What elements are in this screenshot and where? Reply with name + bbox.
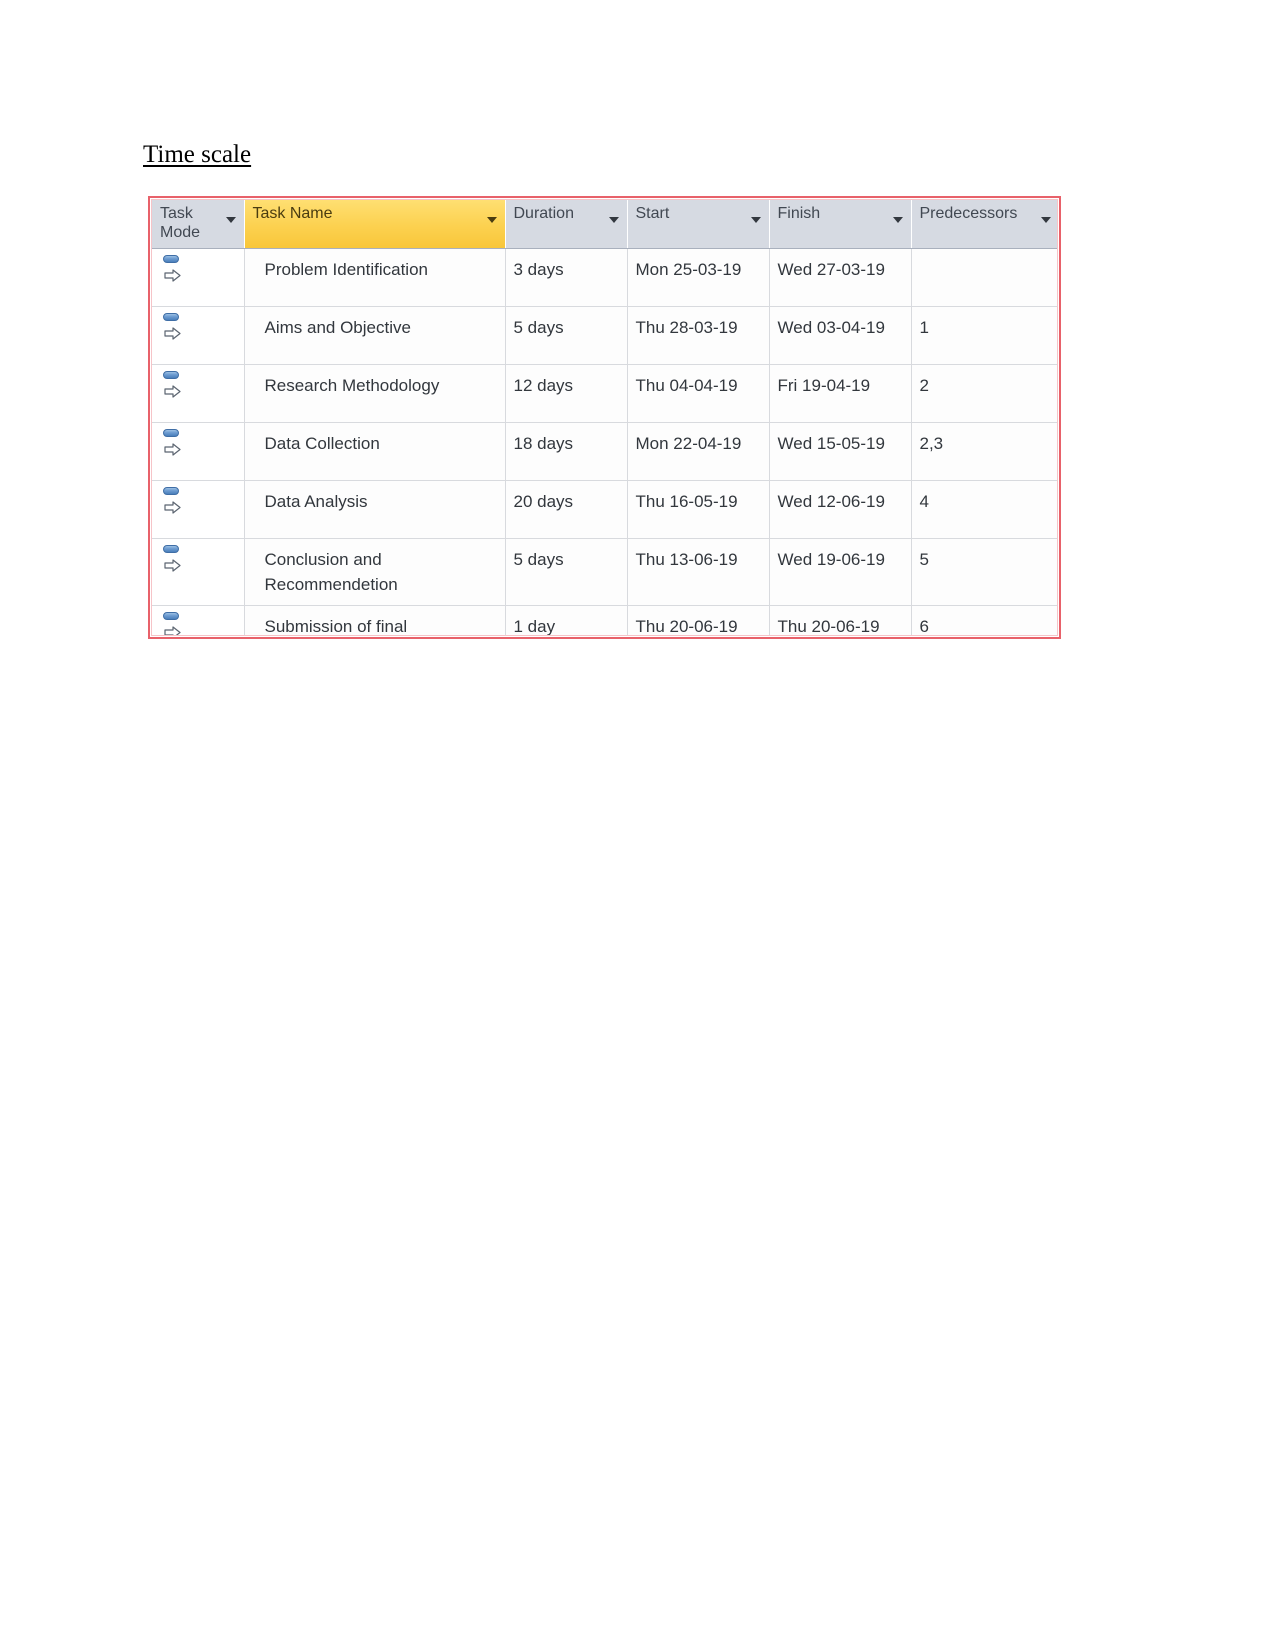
cell-finish[interactable]: Wed 27-03-19 bbox=[769, 248, 912, 307]
cell-task-name[interactable]: Problem Identification bbox=[244, 248, 506, 307]
cell-finish[interactable]: Thu 20-06-19 bbox=[769, 605, 912, 635]
cell-duration[interactable]: 5 days bbox=[505, 538, 628, 606]
table-header: Task Mode Task Name Duration Start Finis… bbox=[152, 200, 1057, 249]
auto-scheduled-icon bbox=[162, 544, 182, 572]
project-table-frame-inner: Task Mode Task Name Duration Start Finis… bbox=[151, 199, 1058, 636]
column-header-predecessors[interactable]: Predecessors bbox=[911, 200, 1057, 249]
column-header-start[interactable]: Start bbox=[627, 200, 770, 249]
cell-predecessors[interactable]: 2 bbox=[911, 364, 1057, 423]
table-row[interactable]: Research Methodology 12 days Thu 04-04-1… bbox=[152, 364, 1057, 423]
filter-dropdown-icon-start[interactable] bbox=[750, 217, 761, 223]
cell-task-mode[interactable] bbox=[152, 422, 245, 481]
cell-task-mode[interactable] bbox=[152, 306, 245, 365]
cell-start[interactable]: Thu 20-06-19 bbox=[627, 605, 770, 635]
cell-start[interactable]: Mon 22-04-19 bbox=[627, 422, 770, 481]
auto-scheduled-icon bbox=[162, 611, 182, 635]
column-header-finish[interactable]: Finish bbox=[769, 200, 912, 249]
cell-task-mode[interactable] bbox=[152, 248, 245, 307]
cell-task-mode[interactable] bbox=[152, 480, 245, 539]
table-header-row: Task Mode Task Name Duration Start Finis… bbox=[152, 200, 1057, 249]
cell-duration[interactable]: 5 days bbox=[505, 306, 628, 365]
page-title: Time scale bbox=[143, 141, 252, 168]
cell-predecessors[interactable] bbox=[911, 248, 1057, 307]
table-row[interactable]: Problem Identification 3 days Mon 25-03-… bbox=[152, 248, 1057, 307]
cell-predecessors[interactable]: 6 bbox=[911, 605, 1057, 635]
cell-finish[interactable]: Wed 12-06-19 bbox=[769, 480, 912, 539]
cell-duration[interactable]: 3 days bbox=[505, 248, 628, 307]
table-row[interactable]: Data Analysis 20 days Thu 16-05-19 Wed 1… bbox=[152, 480, 1057, 539]
table-body: Problem Identification 3 days Mon 25-03-… bbox=[152, 248, 1057, 635]
filter-dropdown-icon-predecessors[interactable] bbox=[1040, 217, 1051, 223]
cell-start[interactable]: Thu 04-04-19 bbox=[627, 364, 770, 423]
cell-finish[interactable]: Wed 19-06-19 bbox=[769, 538, 912, 606]
cell-task-name[interactable]: Research Methodology bbox=[244, 364, 506, 423]
cell-task-name[interactable]: Data Collection bbox=[244, 422, 506, 481]
auto-scheduled-icon bbox=[162, 370, 182, 398]
column-header-task-name-label: Task Name bbox=[252, 205, 333, 222]
column-header-finish-label: Finish bbox=[777, 205, 821, 222]
cell-start[interactable]: Thu 13-06-19 bbox=[627, 538, 770, 606]
cell-task-name[interactable]: Data Analysis bbox=[244, 480, 506, 539]
cell-predecessors[interactable]: 4 bbox=[911, 480, 1057, 539]
cell-start[interactable]: Mon 25-03-19 bbox=[627, 248, 770, 307]
cell-finish[interactable]: Fri 19-04-19 bbox=[769, 364, 912, 423]
column-header-duration[interactable]: Duration bbox=[505, 200, 628, 249]
filter-dropdown-icon-task-name[interactable] bbox=[486, 217, 497, 223]
cell-finish[interactable]: Wed 03-04-19 bbox=[769, 306, 912, 365]
column-header-duration-label: Duration bbox=[513, 205, 574, 222]
cell-task-name[interactable]: Conclusion and Recommendetion bbox=[244, 538, 506, 606]
cell-duration[interactable]: 1 day bbox=[505, 605, 628, 635]
cell-start[interactable]: Thu 28-03-19 bbox=[627, 306, 770, 365]
column-header-task-mode[interactable]: Task Mode bbox=[152, 200, 245, 249]
cell-task-name[interactable]: Submission of final Report bbox=[244, 605, 506, 635]
auto-scheduled-icon bbox=[162, 428, 182, 456]
cell-predecessors[interactable]: 2,3 bbox=[911, 422, 1057, 481]
table-row[interactable]: Aims and Objective 5 days Thu 28-03-19 W… bbox=[152, 306, 1057, 365]
task-table: Task Mode Task Name Duration Start Finis… bbox=[152, 200, 1057, 635]
project-table-screenshot: Task Mode Task Name Duration Start Finis… bbox=[148, 196, 1061, 639]
table-row[interactable]: Conclusion and Recommendetion 5 days Thu… bbox=[152, 538, 1057, 606]
auto-scheduled-icon bbox=[162, 254, 182, 282]
cell-task-mode[interactable] bbox=[152, 538, 245, 606]
cell-duration[interactable]: 20 days bbox=[505, 480, 628, 539]
table-row[interactable]: Data Collection 18 days Mon 22-04-19 Wed… bbox=[152, 422, 1057, 481]
column-header-task-name[interactable]: Task Name bbox=[244, 200, 506, 249]
column-header-predecessors-label: Predecessors bbox=[919, 205, 1018, 222]
cell-start[interactable]: Thu 16-05-19 bbox=[627, 480, 770, 539]
auto-scheduled-icon bbox=[162, 312, 182, 340]
cell-task-mode[interactable] bbox=[152, 605, 245, 635]
cell-predecessors[interactable]: 1 bbox=[911, 306, 1057, 365]
column-header-task-mode-label: Task Mode bbox=[160, 205, 201, 241]
cell-finish[interactable]: Wed 15-05-19 bbox=[769, 422, 912, 481]
filter-dropdown-icon-duration[interactable] bbox=[608, 217, 619, 223]
cell-task-mode[interactable] bbox=[152, 364, 245, 423]
filter-dropdown-icon-task-mode[interactable] bbox=[225, 217, 236, 223]
table-row[interactable]: Submission of final Report 1 day Thu 20-… bbox=[152, 605, 1057, 635]
auto-scheduled-icon bbox=[162, 486, 182, 514]
column-header-start-label: Start bbox=[635, 205, 670, 222]
filter-dropdown-icon-finish[interactable] bbox=[892, 217, 903, 223]
cell-task-name[interactable]: Aims and Objective bbox=[244, 306, 506, 365]
cell-duration[interactable]: 12 days bbox=[505, 364, 628, 423]
cell-duration[interactable]: 18 days bbox=[505, 422, 628, 481]
cell-predecessors[interactable]: 5 bbox=[911, 538, 1057, 606]
